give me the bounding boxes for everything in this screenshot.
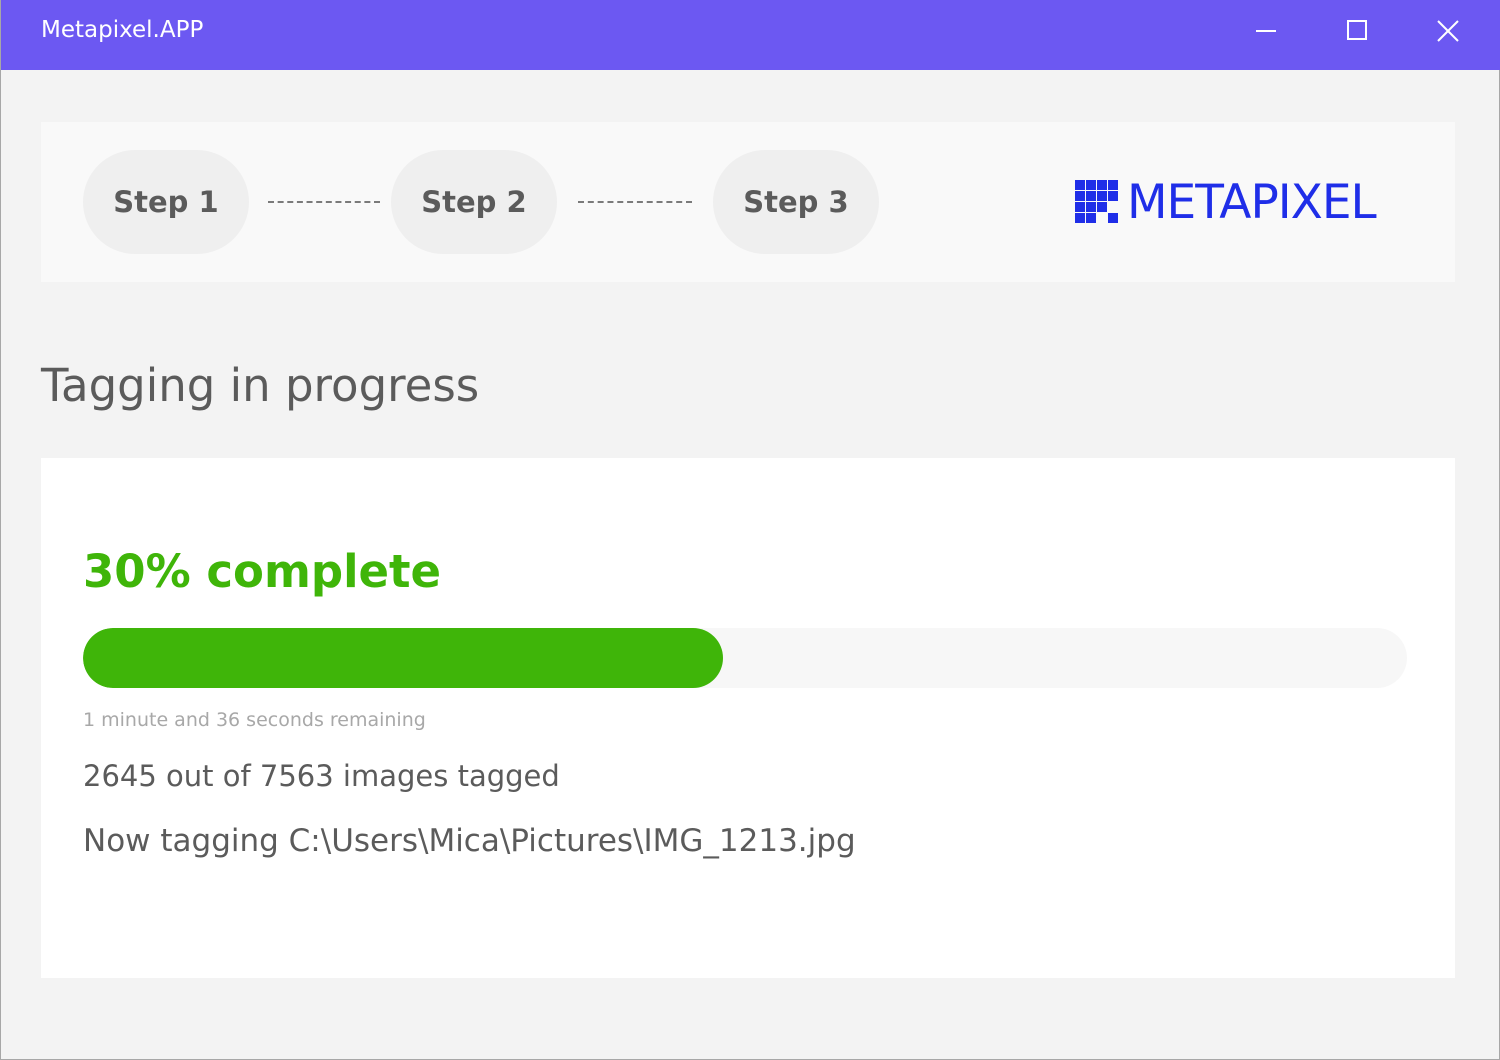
maximize-button[interactable] — [1312, 0, 1402, 62]
close-icon — [1437, 20, 1459, 42]
step-1[interactable]: Step 1 — [83, 150, 249, 254]
percent-complete-label: 30% complete — [83, 545, 442, 598]
time-remaining: 1 minute and 36 seconds remaining — [83, 709, 426, 731]
maximize-icon — [1347, 20, 1367, 40]
page-title: Tagging in progress — [41, 359, 480, 412]
progress-card: 30% complete 1 minute and 36 seconds rem… — [41, 458, 1455, 978]
images-tagged-count: 2645 out of 7563 images tagged — [83, 759, 560, 793]
steps-panel: Step 1 Step 2 Step 3 METAPIXEL — [41, 122, 1455, 282]
metapixel-logo: METAPIXEL — [1075, 175, 1415, 230]
minimize-icon — [1256, 30, 1276, 32]
logo-grid-icon — [1075, 180, 1118, 223]
step-2[interactable]: Step 2 — [391, 150, 557, 254]
current-file: Now tagging C:\Users\Mica\Pictures\IMG_1… — [83, 823, 856, 859]
step-3[interactable]: Step 3 — [713, 150, 879, 254]
progress-bar — [83, 628, 1407, 688]
minimize-button[interactable] — [1221, 0, 1311, 62]
step-connector — [268, 201, 380, 203]
window-title: Metapixel.APP — [41, 17, 204, 43]
progress-bar-fill — [83, 628, 723, 688]
title-bar[interactable]: Metapixel.APP — [1, 0, 1500, 70]
logo-wordmark: METAPIXEL — [1127, 175, 1377, 230]
close-button[interactable] — [1403, 0, 1493, 62]
app-window: Metapixel.APP Step 1 Step 2 Step 3 METAP… — [0, 0, 1500, 1060]
step-connector — [578, 201, 692, 203]
